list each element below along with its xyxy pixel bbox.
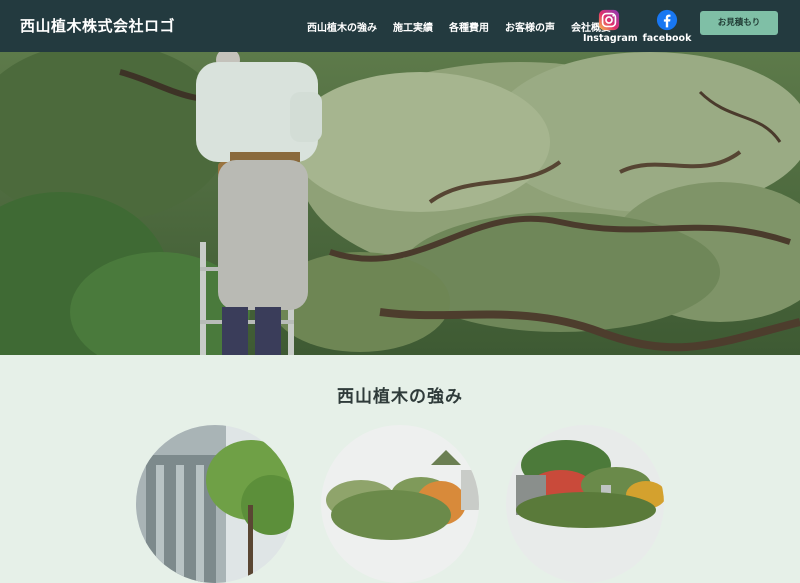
rock-garden-azaleas-photo <box>506 425 664 583</box>
nav-item-works[interactable]: 施工実績 <box>393 19 433 34</box>
main-nav: 西山植木の強み 施工実績 各種費用 お客様の声 会社概要 <box>307 19 627 34</box>
instagram-link[interactable]: Instagram <box>583 9 638 44</box>
strengths-title: 西山植木の強み <box>337 387 463 407</box>
strength-image-rock-garden <box>506 425 664 583</box>
strength-image-autumn-garden <box>321 425 479 583</box>
facebook-label: facebook <box>642 33 692 44</box>
strength-image-building <box>136 425 294 583</box>
site-logo[interactable]: 西山植木株式会社ロゴ <box>20 15 175 36</box>
nav-item-testimonials[interactable]: お客様の声 <box>505 19 555 34</box>
modern-building-with-trees-photo <box>136 425 294 583</box>
instagram-label: Instagram <box>583 33 638 44</box>
instagram-icon <box>598 9 620 31</box>
hero-image <box>0 52 800 355</box>
nav-item-strengths[interactable]: 西山植木の強み <box>307 19 377 34</box>
estimate-button[interactable]: お見積もり <box>700 11 778 35</box>
nav-item-pricing[interactable]: 各種費用 <box>449 19 489 34</box>
autumn-garden-trees-photo <box>321 425 479 583</box>
site-header: 西山植木株式会社ロゴ 西山植木の強み 施工実績 各種費用 お客様の声 会社概要 … <box>0 0 800 52</box>
gardener-pruning-pine-photo <box>0 52 800 355</box>
facebook-icon <box>656 9 678 31</box>
facebook-link[interactable]: facebook <box>641 9 693 44</box>
